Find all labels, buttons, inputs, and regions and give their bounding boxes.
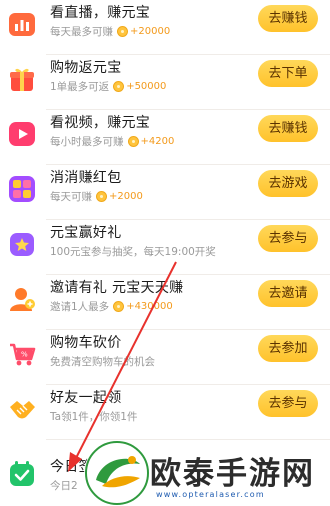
task-row-live-stream[interactable]: 看直播，赚元宝 每天最多可赚 +20000 去赚钱 xyxy=(0,0,330,55)
reward-amount: +430000 xyxy=(126,301,173,312)
task-row-match-game[interactable]: 消消赚红包 每天可赚 +2000 去游戏 xyxy=(0,165,330,220)
video-play-icon xyxy=(8,120,36,148)
task-title: 看视频，赚元宝 xyxy=(50,115,151,131)
live-stream-icon xyxy=(8,10,36,38)
task-row-prize-draw[interactable]: 元宝赢好礼 100元宝参与抽奖，每天19:00开奖 去参与 xyxy=(0,220,330,275)
gift-box-icon xyxy=(8,65,36,93)
watermark: 欧泰手游网 www.opteralaser.com xyxy=(84,440,330,506)
svg-text:%: % xyxy=(21,351,28,359)
reward-amount: +20000 xyxy=(130,26,171,37)
task-subtitle: 每天可赚 +2000 xyxy=(50,191,143,203)
coin-icon xyxy=(127,136,139,147)
task-title: 元宝赢好礼 xyxy=(50,225,122,241)
join-button[interactable]: 去参与 xyxy=(258,390,318,417)
task-row-watch-video[interactable]: 看视频，赚元宝 每小时最多可赚 +4200 去赚钱 xyxy=(0,110,330,165)
task-title: 看直播，赚元宝 xyxy=(50,5,151,21)
coin-icon xyxy=(117,26,128,37)
task-subtitle: 今日2 xyxy=(50,480,78,492)
earn-button[interactable]: 去赚钱 xyxy=(258,5,318,32)
invite-button[interactable]: 去邀请 xyxy=(258,280,318,307)
task-title: 购物车砍价 xyxy=(50,335,122,351)
task-title: 邀请有礼 元宝天天赚 xyxy=(50,280,184,296)
watermark-title: 欧泰手游网 xyxy=(150,456,315,492)
watermark-url: www.opteralaser.com xyxy=(156,490,265,499)
task-title: 好友一起领 xyxy=(50,390,122,406)
task-subtitle: 每天最多可赚 +20000 xyxy=(50,26,171,38)
participate-button[interactable]: 去参加 xyxy=(258,335,318,362)
shopping-cart-icon: % xyxy=(8,340,36,368)
task-subtitle: 邀请1人最多 +430000 xyxy=(50,301,173,313)
task-subtitle: 1单最多可返 +50000 xyxy=(50,81,167,93)
task-subtitle: Ta领1件，你领1件 xyxy=(50,411,138,423)
prize-icon xyxy=(8,230,36,258)
reward-amount: +4200 xyxy=(140,136,175,147)
play-game-button[interactable]: 去游戏 xyxy=(258,170,318,197)
task-subtitle: 100元宝参与抽奖，每天19:00开奖 xyxy=(50,246,216,258)
match-game-icon xyxy=(8,175,36,203)
earn-button[interactable]: 去赚钱 xyxy=(258,115,318,142)
calendar-check-icon xyxy=(8,460,36,488)
join-button[interactable]: 去参与 xyxy=(258,225,318,252)
coin-icon xyxy=(96,191,107,202)
coin-icon xyxy=(113,301,125,312)
reward-amount: +50000 xyxy=(126,81,167,92)
task-row-cart-bargain[interactable]: % 购物车砍价 免费清空购物车的机会 去参加 xyxy=(0,330,330,385)
task-subtitle: 每小时最多可赚 +4200 xyxy=(50,136,175,148)
task-row-shopping-rebate[interactable]: 购物返元宝 1单最多可返 +50000 去下单 xyxy=(0,55,330,110)
task-subtitle: 免费清空购物车的机会 xyxy=(50,356,155,368)
handshake-icon xyxy=(8,395,36,423)
invite-person-icon xyxy=(8,285,36,313)
task-row-invite[interactable]: 邀请有礼 元宝天天赚 邀请1人最多 +430000 去邀请 xyxy=(0,275,330,330)
task-row-friends-together[interactable]: 好友一起领 Ta领1件，你领1件 去参与 xyxy=(0,385,330,440)
task-title: 消消赚红包 xyxy=(50,170,122,186)
task-title: 购物返元宝 xyxy=(50,60,122,76)
order-button[interactable]: 去下单 xyxy=(258,60,318,87)
coin-icon xyxy=(113,81,125,92)
watermark-logo-icon xyxy=(84,440,150,506)
reward-amount: +2000 xyxy=(109,191,143,202)
